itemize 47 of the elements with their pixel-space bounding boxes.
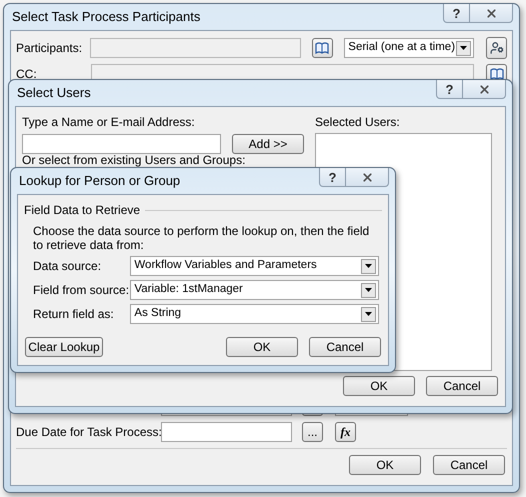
book-icon: [315, 42, 330, 54]
dropdown-arrow-button[interactable]: [361, 282, 376, 298]
settings-button[interactable]: [486, 37, 507, 59]
field-label: Return field as:: [33, 306, 115, 323]
caret-icon: [365, 288, 372, 292]
caret-icon: [365, 264, 372, 268]
field-label: Type a Name or E-mail Address:: [22, 114, 196, 131]
formula-button[interactable]: fx: [335, 422, 356, 442]
caret-icon: [365, 312, 372, 316]
dropdown-arrow-button[interactable]: [456, 40, 472, 56]
dropdown-field[interactable]: Variable: 1stManager: [130, 280, 379, 300]
cancel-button[interactable]: Cancel: [433, 455, 505, 475]
cancel-button[interactable]: Cancel: [426, 376, 498, 396]
user-gear-icon: [490, 41, 504, 55]
field-label: Data source:: [33, 258, 102, 275]
address-book-button[interactable]: [312, 38, 334, 58]
due-date-field[interactable]: [161, 422, 292, 442]
window-title: Select Users: [17, 84, 91, 102]
description-text: Choose the data source to perform the lookup on, then the field to retrieve data from:: [33, 224, 370, 252]
window-title: Lookup for Person or Group: [19, 172, 180, 190]
group-title: Field Data to Retrieve: [24, 202, 140, 219]
cancel-button[interactable]: Cancel: [309, 337, 381, 357]
dropdown-arrow-button[interactable]: [361, 258, 376, 274]
name-field[interactable]: [22, 134, 221, 154]
browse-button[interactable]: ...: [302, 422, 323, 442]
clear-lookup-button[interactable]: Clear Lookup: [25, 337, 103, 357]
field-label: Or select from existing Users and Groups:: [22, 154, 246, 167]
ok-button[interactable]: OK: [343, 376, 415, 396]
close-icon: [484, 6, 498, 20]
field-label: Selected Users:: [315, 114, 401, 131]
caret-icon: [460, 46, 468, 50]
dropdown-arrow-button[interactable]: [361, 306, 376, 322]
close-icon: [360, 170, 374, 184]
dropdown-field[interactable]: Serial (one at a time): [344, 38, 474, 58]
book-icon: [490, 68, 504, 80]
participants-field[interactable]: [90, 38, 301, 58]
dropdown-field[interactable]: As String: [130, 304, 379, 324]
field-label: Due Date for Task Process:: [16, 424, 161, 441]
field-label: CC:: [16, 66, 38, 83]
ok-button[interactable]: OK: [226, 337, 298, 357]
field-label: Field from source:: [33, 282, 130, 299]
ok-button[interactable]: OK: [349, 455, 421, 475]
dropdown-field[interactable]: Workflow Variables and Parameters: [130, 256, 379, 276]
field-label: Participants:: [16, 40, 84, 57]
close-icon: [478, 82, 490, 96]
window-title: Select Task Process Participants: [12, 8, 200, 26]
add-button[interactable]: Add >>: [232, 134, 304, 154]
